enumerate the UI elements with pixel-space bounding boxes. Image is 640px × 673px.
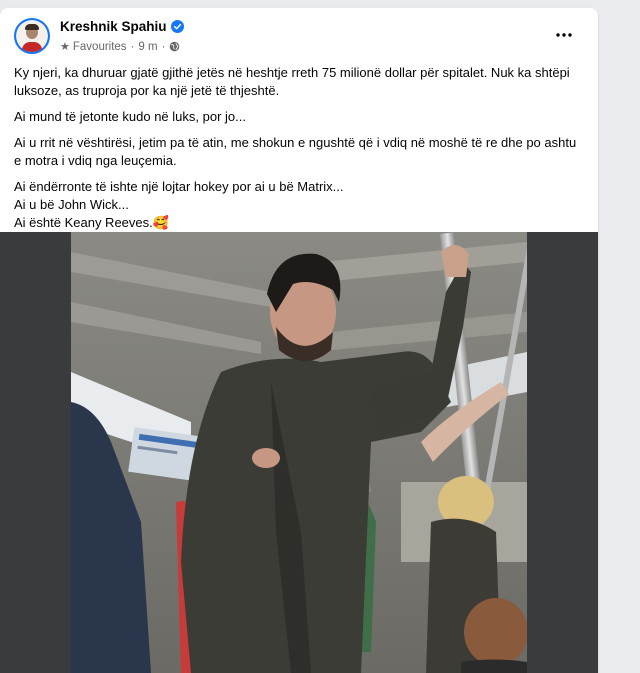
author-row: Kreshnik Spahiu — [60, 19, 184, 34]
subway-photo-image — [71, 232, 527, 673]
author-name[interactable]: Kreshnik Spahiu — [60, 19, 167, 34]
post-time[interactable]: 9 m — [138, 41, 157, 53]
post-header: Kreshnik Spahiu ★ Favourites · 9 m · — [14, 18, 584, 58]
meta-separator: · — [130, 40, 135, 53]
post-media[interactable] — [0, 232, 598, 673]
post-paragraph: Ai u rrit në vështirësi, jetim pa të ati… — [14, 135, 577, 168]
avatar-photo — [16, 20, 48, 52]
post-line: Ai u bë John Wick... — [14, 197, 129, 212]
post-line: Ai është Keany Reeves.🥰 — [14, 215, 169, 230]
meta-separator: · — [161, 40, 166, 53]
post-paragraph: Ai mund të jetonte kudo në luks, por jo.… — [14, 109, 246, 124]
author-avatar[interactable] — [14, 18, 50, 54]
globe-icon — [170, 41, 180, 52]
more-options-button[interactable] — [550, 24, 578, 46]
post-photo[interactable] — [71, 232, 527, 673]
post-text: Ky njeri, ka dhuruar gjatë gjithë jetës … — [14, 64, 584, 232]
audience-label[interactable]: Favourites — [73, 41, 127, 53]
post-line: Ai ëndërronte të ishte një lojtar hokey … — [14, 179, 344, 194]
favourites-star-icon: ★ — [60, 41, 70, 53]
post-paragraph: Ky njeri, ka dhuruar gjatë gjithë jetës … — [14, 65, 570, 98]
verified-badge-icon — [170, 20, 184, 33]
more-horizontal-icon — [556, 33, 572, 37]
post-meta: ★ Favourites · 9 m · — [60, 40, 180, 53]
post-card: Kreshnik Spahiu ★ Favourites · 9 m · Ky … — [0, 8, 598, 673]
